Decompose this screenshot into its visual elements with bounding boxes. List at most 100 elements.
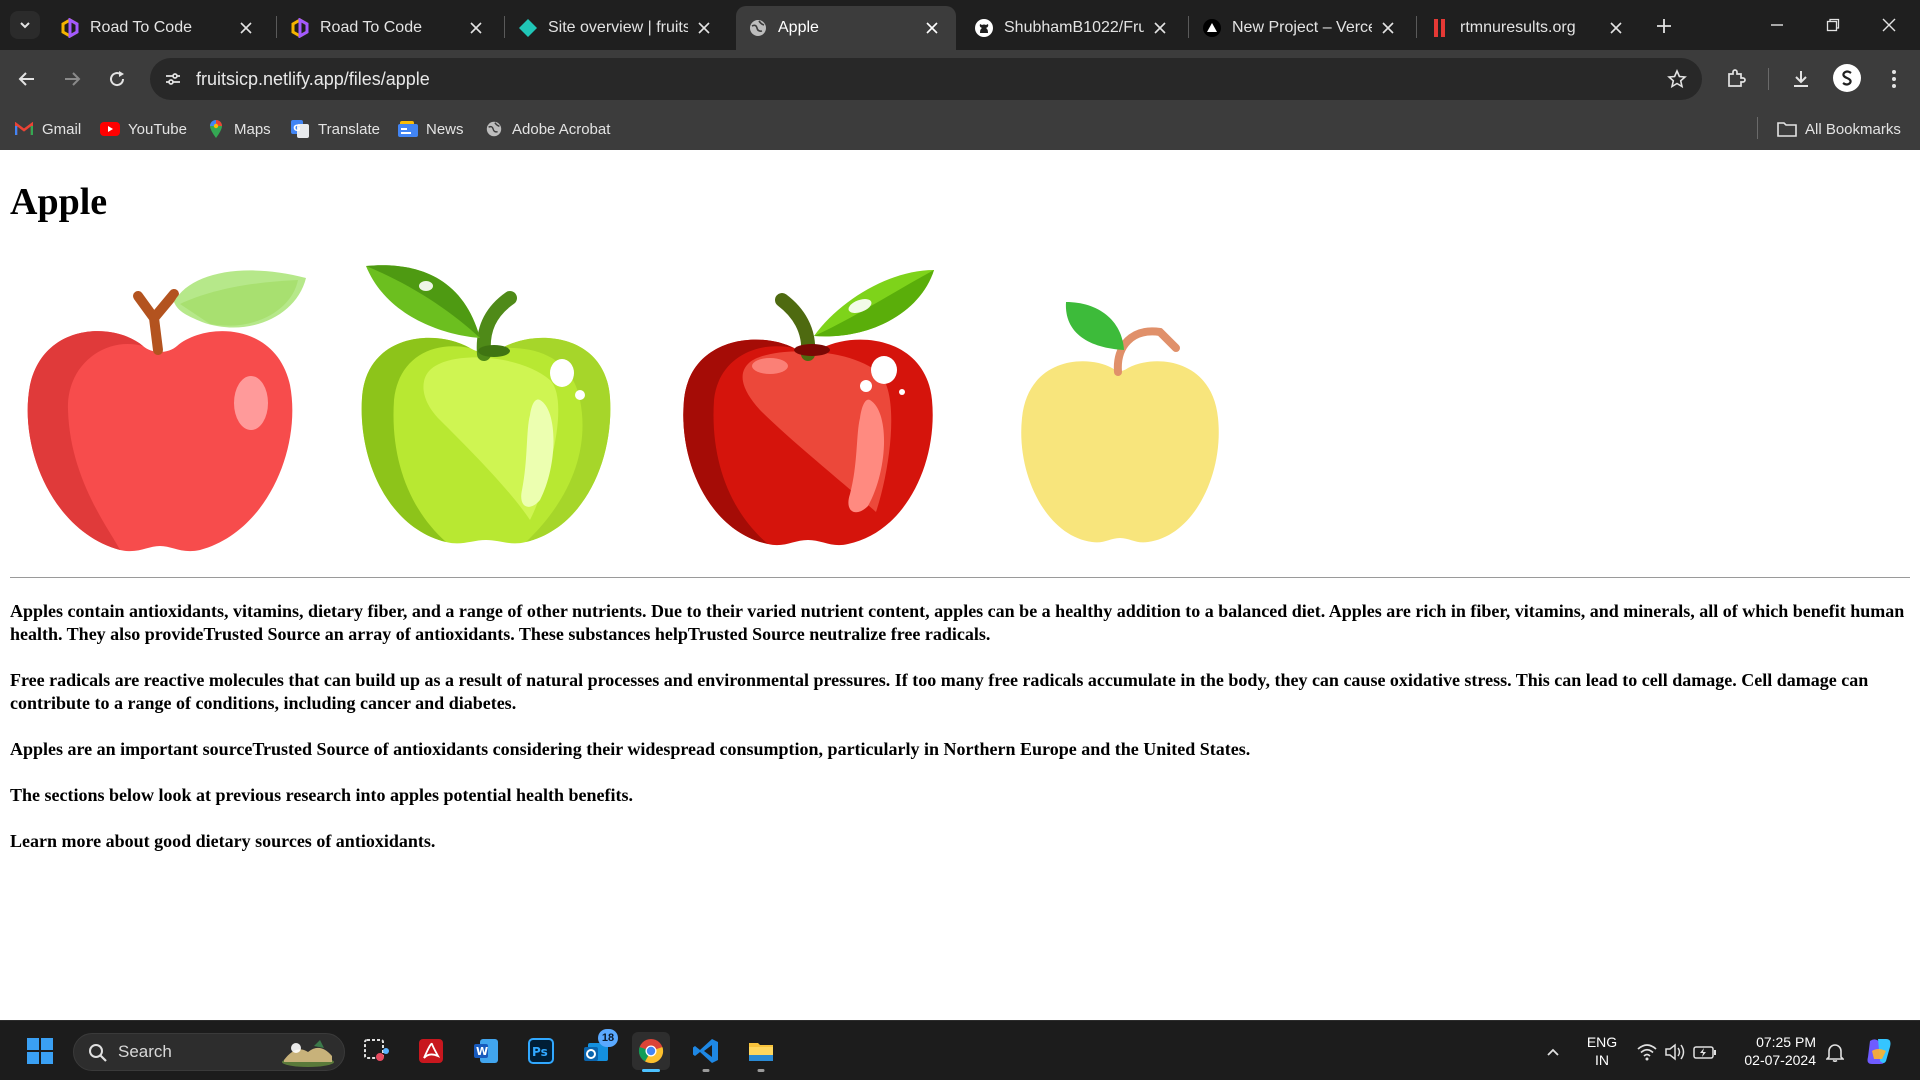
- toolbar-divider: [1768, 68, 1769, 90]
- tab-separator: [276, 16, 277, 38]
- article-body: Apples contain antioxidants, vitamins, d…: [10, 600, 1910, 876]
- folder-icon: [1777, 119, 1797, 139]
- file-explorer-icon: [749, 1043, 773, 1061]
- running-indicator: [702, 1069, 710, 1072]
- profile-avatar[interactable]: [1833, 64, 1861, 92]
- start-button[interactable]: [21, 1032, 59, 1070]
- tab-title: New Project – Vercel: [1232, 19, 1372, 36]
- all-bookmarks-button[interactable]: All Bookmarks: [1777, 117, 1901, 141]
- clock[interactable]: 07:25 PM 02-07-2024: [1730, 1033, 1816, 1069]
- bookmark-news[interactable]: News: [398, 117, 464, 141]
- acrobat-icon: [419, 1039, 443, 1063]
- profile-logo-icon: [1842, 70, 1852, 86]
- show-hidden-icons-button[interactable]: [1541, 1040, 1565, 1064]
- reload-button[interactable]: [102, 64, 132, 94]
- wifi-indicator[interactable]: [1635, 1040, 1659, 1064]
- notifications-button[interactable]: [1823, 1040, 1847, 1064]
- bookmark-youtube[interactable]: YouTube: [100, 117, 187, 141]
- red-apple-leaf-image: [27, 270, 306, 552]
- bookmark-label: Gmail: [42, 120, 82, 138]
- menu-button[interactable]: [1879, 64, 1909, 94]
- hexagon-icon: [290, 18, 310, 38]
- site-info-icon[interactable]: [162, 68, 184, 90]
- language-indicator[interactable]: ENG IN: [1584, 1033, 1620, 1069]
- bookmark-translate[interactable]: G Translate: [290, 117, 380, 141]
- github-icon: [974, 18, 994, 38]
- tab-vercel[interactable]: New Project – Vercel: [1190, 6, 1412, 50]
- bookmark-maps[interactable]: Maps: [206, 117, 271, 141]
- volume-indicator[interactable]: [1663, 1040, 1687, 1064]
- address-text[interactable]: fruitsicp.netlify.app/files/apple: [196, 69, 430, 90]
- tab-separator: [1188, 16, 1189, 38]
- tab-site-overview[interactable]: Site overview | fruitsic: [506, 6, 728, 50]
- restore-icon: [1826, 18, 1840, 32]
- date: 02-07-2024: [1744, 1052, 1816, 1068]
- paragraph: The sections below look at previous rese…: [10, 785, 634, 805]
- bookmark-gmail[interactable]: Gmail: [14, 117, 81, 141]
- arrow-right-icon: [65, 72, 81, 86]
- chevron-down-icon: [20, 22, 30, 29]
- taskbar-word[interactable]: W: [467, 1032, 505, 1070]
- taskbar-acrobat[interactable]: [412, 1032, 450, 1070]
- battery-indicator[interactable]: [1693, 1040, 1717, 1064]
- close-icon[interactable]: [922, 18, 942, 38]
- wifi-icon: [1637, 1044, 1657, 1061]
- close-icon[interactable]: [1150, 18, 1170, 38]
- reload-icon: [110, 71, 125, 87]
- tab-rtmnuresults[interactable]: rtmnuresults.org: [1418, 6, 1640, 50]
- downloads-button[interactable]: [1786, 64, 1816, 94]
- kebab-menu-icon: [1892, 70, 1896, 88]
- close-icon[interactable]: [694, 18, 714, 38]
- language-code: ENG: [1586, 1034, 1618, 1050]
- netlify-icon: [518, 18, 538, 38]
- restore-button[interactable]: [1818, 10, 1848, 40]
- bookmark-label: All Bookmarks: [1805, 120, 1901, 138]
- bell-icon: [1826, 1044, 1844, 1062]
- windows-start-icon: [27, 1038, 53, 1064]
- time: 07:25 PM: [1756, 1034, 1816, 1050]
- tab-separator: [1416, 16, 1417, 38]
- page-content: Apple Apples contain antioxidants, vitam…: [0, 150, 1920, 1020]
- close-icon[interactable]: [236, 18, 256, 38]
- tab-search-button[interactable]: [10, 11, 40, 39]
- back-button[interactable]: [12, 64, 42, 94]
- speaker-icon: [1665, 1043, 1685, 1061]
- address-bar[interactable]: fruitsicp.netlify.app/files/apple: [150, 58, 1702, 100]
- maps-icon: [206, 119, 226, 139]
- download-icon: [1794, 71, 1808, 87]
- bookmark-label: Adobe Acrobat: [512, 120, 611, 138]
- tab-road-to-code-1[interactable]: Road To Code: [48, 6, 270, 50]
- copilot-icon: [1867, 1039, 1891, 1064]
- taskbar-file-explorer[interactable]: [742, 1032, 780, 1072]
- copilot-button[interactable]: [1864, 1036, 1894, 1066]
- new-tab-button[interactable]: [1651, 13, 1677, 39]
- taskbar-photoshop[interactable]: Ps: [522, 1032, 560, 1070]
- active-indicator: [642, 1069, 660, 1072]
- taskbar-snipping-tool[interactable]: [357, 1032, 395, 1070]
- taskbar-chrome[interactable]: [632, 1032, 670, 1072]
- puzzle-icon: [1728, 69, 1746, 87]
- taskbar-search[interactable]: Search: [73, 1033, 345, 1071]
- notification-badge: 18: [598, 1029, 618, 1047]
- chrome-icon: [638, 1039, 664, 1064]
- close-window-button[interactable]: [1874, 10, 1904, 40]
- extensions-button[interactable]: [1721, 64, 1751, 94]
- tab-title: Site overview | fruitsic: [548, 19, 688, 36]
- close-icon[interactable]: [466, 18, 486, 38]
- minimize-button[interactable]: [1762, 10, 1792, 40]
- yellow-apple-image: [1021, 302, 1219, 543]
- taskbar-vscode[interactable]: [687, 1032, 725, 1072]
- bookmark-label: Maps: [234, 120, 271, 138]
- close-icon[interactable]: [1606, 18, 1626, 38]
- arrow-left-icon: [18, 72, 34, 86]
- bookmarks-divider: [1757, 117, 1758, 139]
- svg-text:W: W: [476, 1045, 488, 1058]
- tab-apple[interactable]: Apple: [736, 6, 956, 50]
- star-icon[interactable]: [1666, 68, 1688, 90]
- gmail-icon: [14, 119, 34, 139]
- forward-button[interactable]: [57, 64, 87, 94]
- close-icon[interactable]: [1378, 18, 1398, 38]
- tab-road-to-code-2[interactable]: Road To Code: [278, 6, 500, 50]
- bookmark-adobe-acrobat[interactable]: Adobe Acrobat: [484, 117, 610, 141]
- tab-github[interactable]: ShubhamB1022/Fruit: [962, 6, 1184, 50]
